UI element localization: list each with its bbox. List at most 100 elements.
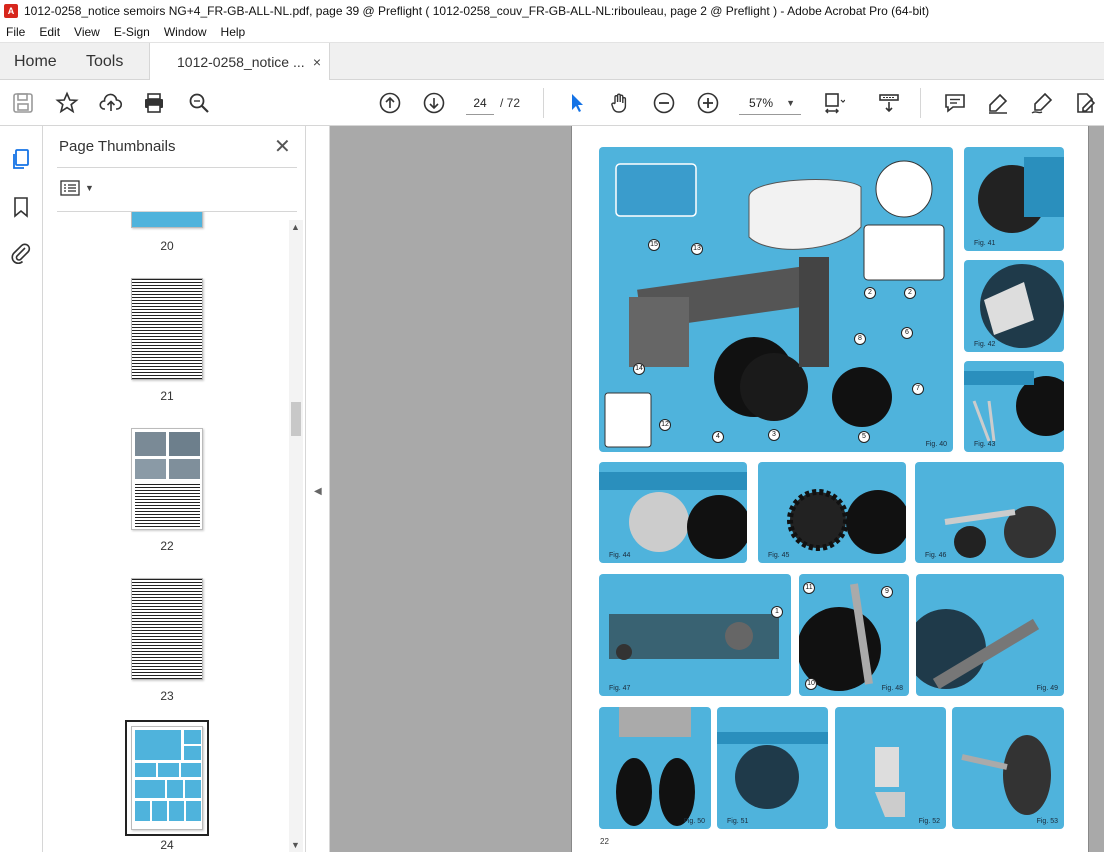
menu-help[interactable]: Help [221, 25, 246, 39]
figure-caption: Fig. 52 [918, 818, 940, 825]
figure-45: Fig. 45 [758, 462, 906, 563]
thumbnail-label: 20 [160, 239, 174, 253]
search-zoom-icon[interactable] [186, 90, 212, 116]
print-icon[interactable] [141, 90, 167, 116]
zoom-in-icon[interactable] [695, 90, 721, 116]
figure-caption: Fig. 40 [925, 441, 947, 448]
callout-label: 2 [904, 287, 916, 299]
thumbnail-label: 24 [160, 838, 174, 852]
callout-label: 2 [864, 287, 876, 299]
figure-41-illustration [978, 157, 1064, 233]
zoom-out-icon[interactable] [651, 90, 677, 116]
chevron-left-icon: ◀ [314, 486, 322, 497]
panel-divider [57, 167, 297, 168]
thumbnail-page[interactable] [131, 278, 203, 380]
edit-pdf-icon[interactable] [1072, 90, 1098, 116]
figure-caption: Fig. 53 [1036, 818, 1058, 825]
figure-caption: Fig. 48 [881, 685, 903, 692]
thumbnail-scrollbar[interactable]: ▲ ▼ [289, 220, 303, 852]
figure-48: 11 9 10 Fig. 48 [799, 574, 909, 696]
panel-collapse-handle[interactable]: ◀ [306, 126, 330, 852]
figure-44-illustration [599, 472, 747, 559]
figure-53: Fig. 53 [952, 707, 1064, 829]
fit-page-icon[interactable] [820, 90, 846, 116]
callout-label: 15 [648, 239, 660, 251]
page-number: 22 [600, 837, 609, 846]
current-page-input[interactable]: 24 [466, 91, 494, 115]
hand-icon[interactable] [607, 90, 633, 116]
callout-label: 6 [901, 327, 913, 339]
figure-52: Fig. 52 [835, 707, 946, 829]
pdf-page: 15 13 2 2 8 6 7 14 12 4 3 5 Fig. 40 Fig.… [571, 126, 1089, 852]
menu-view[interactable]: View [74, 25, 100, 39]
figure-47-illustration [609, 614, 779, 660]
scrollbar-thumb[interactable] [291, 402, 301, 436]
left-navigation-rail [0, 126, 43, 852]
document-viewer[interactable]: 15 13 2 2 8 6 7 14 12 4 3 5 Fig. 40 Fig.… [330, 126, 1104, 852]
options-list-icon [60, 180, 80, 196]
figure-51-illustration [717, 732, 828, 809]
menu-esign[interactable]: E-Sign [114, 25, 150, 39]
figure-42: Fig. 42 [964, 260, 1064, 352]
figure-45-illustration [787, 489, 906, 554]
thumbnail-options-button[interactable]: ▼ [60, 180, 94, 196]
menu-window[interactable]: Window [164, 25, 207, 39]
menu-edit[interactable]: Edit [39, 25, 60, 39]
figure-51: Fig. 51 [717, 707, 828, 829]
figure-41: Fig. 41 [964, 147, 1064, 251]
total-pages: / 72 [500, 96, 521, 110]
menu-file[interactable]: File [6, 25, 25, 39]
panel-title: Page Thumbnails [59, 138, 176, 155]
callout-label: 12 [659, 419, 671, 431]
save-icon[interactable] [10, 90, 36, 116]
scroll-up-icon[interactable]: ▲ [291, 222, 300, 232]
page-up-icon[interactable] [377, 90, 403, 116]
scroll-mode-icon[interactable] [876, 90, 902, 116]
figure-50-illustration [616, 707, 695, 826]
comment-icon[interactable] [942, 90, 968, 116]
page-thumbnails-panel: Page Thumbnails ✕ ▼ 20 21 22 23 24 ▲ ▼ [43, 126, 306, 852]
figure-caption: Fig. 50 [683, 818, 705, 825]
tab-close-icon[interactable]: × [313, 43, 321, 81]
figure-caption: Fig. 43 [974, 441, 996, 448]
figure-43: Fig. 43 [964, 361, 1064, 452]
callout-label: 11 [803, 582, 815, 594]
scroll-down-icon[interactable]: ▼ [291, 840, 300, 850]
figure-46-illustration [944, 506, 1056, 558]
highlight-icon[interactable] [985, 90, 1011, 116]
callout-label: 10 [805, 678, 817, 690]
upload-cloud-icon[interactable] [98, 90, 124, 116]
figure-caption: Fig. 49 [1036, 685, 1058, 692]
zoom-level-value: 57% [749, 96, 774, 110]
window-title: 1012-0258_notice semoirs NG+4_FR-GB-ALL-… [24, 4, 930, 18]
tab-document[interactable]: 1012-0258_notice ... × [149, 43, 330, 82]
tab-home[interactable]: Home [14, 43, 57, 81]
select-cursor-icon[interactable] [564, 90, 590, 116]
bookmark-star-icon[interactable] [54, 90, 80, 116]
callout-label: 14 [633, 363, 645, 375]
callout-label: 5 [858, 431, 870, 443]
figure-caption: Fig. 51 [727, 818, 749, 825]
thumbnail-page-selected[interactable] [131, 726, 203, 830]
figure-44: Fig. 44 [599, 462, 747, 563]
attachments-icon[interactable] [8, 240, 34, 266]
toolbar: 24 / 72 57% ▼ [0, 80, 1104, 126]
zoom-level-select[interactable]: 57% ▼ [739, 91, 801, 115]
figure-43-illustration [964, 371, 1064, 442]
sign-icon[interactable] [1029, 90, 1055, 116]
callout-label: 8 [854, 333, 866, 345]
figure-caption: Fig. 45 [768, 552, 790, 559]
figure-49-illustration [916, 609, 1040, 690]
figure-50: Fig. 50 [599, 707, 711, 829]
page-down-icon[interactable] [421, 90, 447, 116]
thumbnail-page[interactable] [131, 428, 203, 530]
tab-tools[interactable]: Tools [86, 43, 123, 81]
page-thumbnails-icon[interactable] [8, 146, 34, 172]
callout-label: 9 [881, 586, 893, 598]
bookmarks-icon[interactable] [8, 194, 34, 220]
figure-49: Fig. 49 [916, 574, 1064, 696]
thumbnail-page[interactable] [131, 578, 203, 680]
figure-40: 15 13 2 2 8 6 7 14 12 4 3 5 Fig. 40 [599, 147, 953, 452]
close-icon[interactable]: ✕ [274, 134, 291, 159]
thumbnail-page[interactable] [131, 212, 203, 228]
